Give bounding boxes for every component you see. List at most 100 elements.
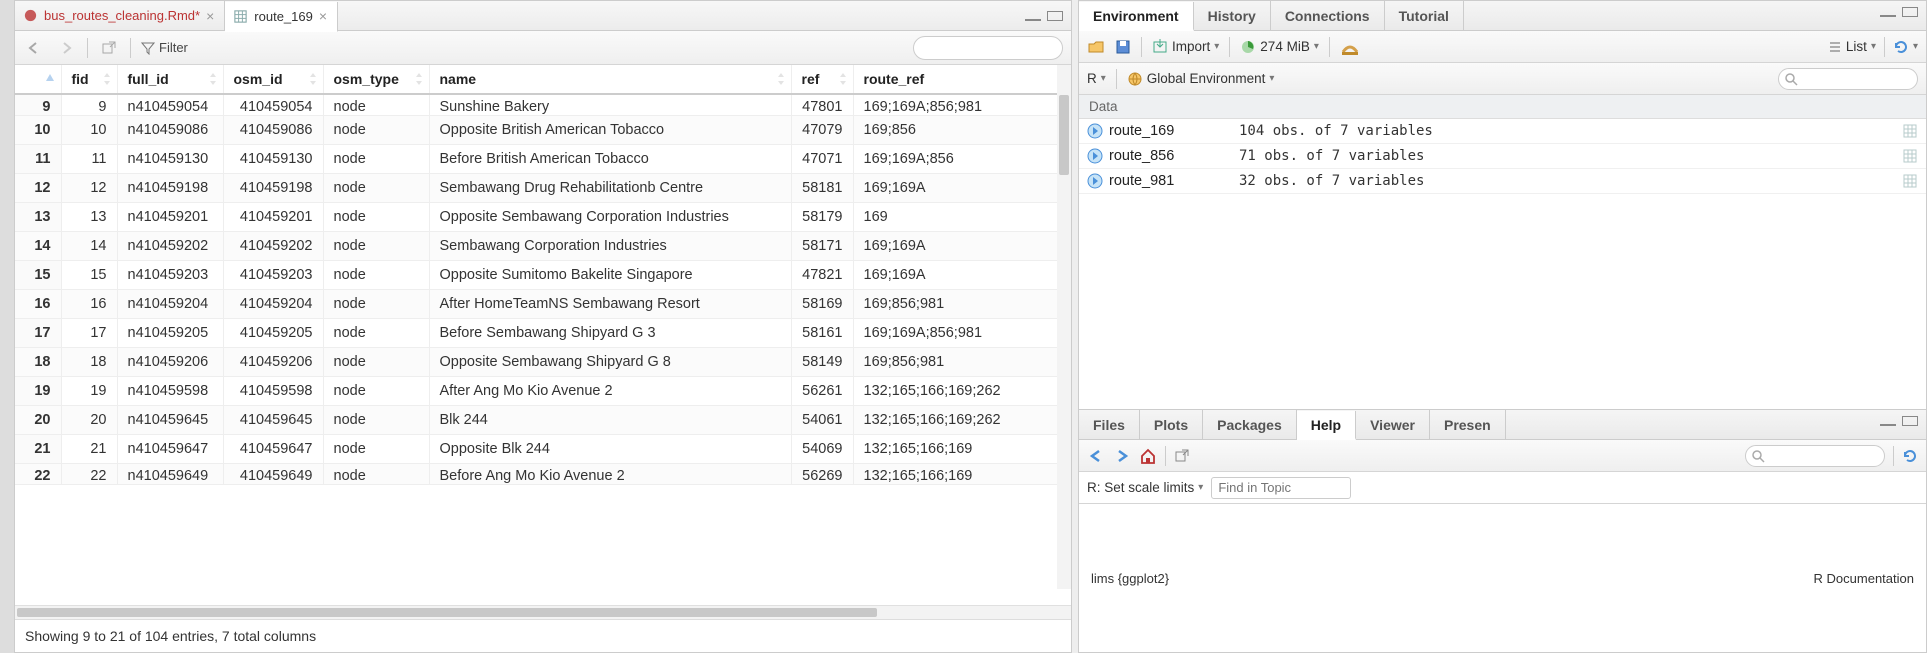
search-icon	[1784, 72, 1798, 86]
filter-button[interactable]: Filter	[141, 40, 188, 55]
col-osm-type[interactable]: osm_type	[323, 65, 429, 94]
expand-icon[interactable]	[1087, 123, 1103, 139]
table-row[interactable]: 1212n410459198410459198nodeSembawang Dru…	[15, 174, 1071, 203]
close-icon[interactable]: ×	[319, 8, 327, 24]
minimize-pane-icon[interactable]	[1025, 11, 1041, 21]
table-row[interactable]: 2222n410459649410459649nodeBefore Ang Mo…	[15, 464, 1071, 485]
tab-plots[interactable]: Plots	[1140, 410, 1203, 439]
env-objects-list: route_169104 obs. of 7 variablesroute_85…	[1079, 119, 1926, 409]
expand-icon[interactable]	[1087, 148, 1103, 164]
language-dropdown[interactable]: R ▾	[1087, 71, 1106, 86]
back-button[interactable]	[23, 37, 45, 59]
table-row[interactable]: 1919n410459598410459598nodeAfter Ang Mo …	[15, 377, 1071, 406]
refresh-dropdown[interactable]: ▾	[1893, 39, 1918, 55]
popout-icon[interactable]	[1174, 448, 1190, 464]
table-row[interactable]: 1515n410459203410459203nodeOpposite Sumi…	[15, 261, 1071, 290]
maximize-pane-icon[interactable]	[1047, 11, 1063, 21]
horizontal-scrollbar[interactable]	[15, 605, 1071, 619]
env-object-desc: 104 obs. of 7 variables	[1239, 123, 1902, 139]
col-rownum[interactable]	[15, 65, 61, 94]
table-row[interactable]: 2121n410459647410459647nodeOpposite Blk …	[15, 435, 1071, 464]
env-object-desc: 71 obs. of 7 variables	[1239, 148, 1902, 164]
data-frame-icon[interactable]	[1902, 173, 1918, 189]
tab-bus-routes-cleaning[interactable]: bus_routes_cleaning.Rmd* ×	[15, 1, 225, 31]
refresh-icon[interactable]	[1902, 448, 1918, 464]
tab-tutorial[interactable]: Tutorial	[1385, 1, 1464, 30]
separator	[130, 38, 131, 58]
popout-button[interactable]	[98, 37, 120, 59]
env-object-row[interactable]: route_85671 obs. of 7 variables	[1079, 144, 1926, 169]
table-row[interactable]: 99n410459054410459054nodeSunshine Bakery…	[15, 94, 1071, 116]
arrow-left-icon	[26, 40, 42, 56]
scrollbar-thumb[interactable]	[17, 608, 877, 617]
separator	[87, 38, 88, 58]
table-row[interactable]: 1616n410459204410459204nodeAfter HomeTea…	[15, 290, 1071, 319]
tab-connections[interactable]: Connections	[1271, 1, 1385, 30]
tab-route-169[interactable]: route_169 ×	[225, 2, 338, 32]
tab-environment[interactable]: Environment	[1079, 2, 1194, 31]
maximize-pane-icon[interactable]	[1902, 7, 1918, 17]
separator	[1116, 69, 1117, 89]
environment-scope-dropdown[interactable]: Global Environment ▾	[1127, 71, 1275, 87]
view-mode-dropdown[interactable]: List ▾	[1828, 39, 1876, 54]
source-tabs-bar: bus_routes_cleaning.Rmd* × route_169 ×	[15, 1, 1071, 31]
scrollbar-thumb[interactable]	[1059, 95, 1069, 175]
separator	[1229, 37, 1230, 57]
filter-icon	[141, 41, 155, 55]
filter-label: Filter	[159, 40, 188, 55]
find-in-topic-input[interactable]	[1211, 477, 1351, 499]
env-section-data: Data	[1079, 95, 1926, 119]
list-icon	[1828, 40, 1842, 54]
tab-files[interactable]: Files	[1079, 410, 1140, 439]
rmd-file-icon	[23, 8, 38, 23]
minimize-pane-icon[interactable]	[1880, 416, 1896, 426]
col-name[interactable]: name	[429, 65, 791, 94]
table-row[interactable]: 1313n410459201410459201nodeOpposite Semb…	[15, 203, 1071, 232]
forward-button[interactable]	[55, 37, 77, 59]
memory-usage-dropdown[interactable]: 274 MiB ▾	[1240, 39, 1319, 55]
env-object-desc: 32 obs. of 7 variables	[1239, 173, 1902, 189]
chevron-down-icon: ▾	[1913, 41, 1918, 52]
tab-history[interactable]: History	[1194, 1, 1271, 30]
arrow-right-icon[interactable]	[1113, 448, 1131, 464]
data-frame-icon[interactable]	[1902, 148, 1918, 164]
col-route-ref[interactable]: route_ref	[853, 65, 1071, 94]
data-table: fid full_id osm_id osm_type name ref rou…	[15, 65, 1071, 485]
save-workspace-icon[interactable]	[1115, 39, 1131, 55]
home-icon[interactable]	[1139, 448, 1157, 464]
help-topic-dropdown[interactable]: R: Set scale limits ▾	[1087, 480, 1203, 495]
help-search-input[interactable]	[1745, 445, 1885, 467]
separator	[1141, 37, 1142, 57]
env-object-row[interactable]: route_169104 obs. of 7 variables	[1079, 119, 1926, 144]
table-row[interactable]: 1717n410459205410459205nodeBefore Sembaw…	[15, 319, 1071, 348]
tab-help[interactable]: Help	[1297, 411, 1356, 440]
help-content: lims {ggplot2} R Documentation	[1079, 504, 1926, 652]
data-frame-icon[interactable]	[1902, 123, 1918, 139]
minimize-pane-icon[interactable]	[1880, 7, 1896, 17]
col-fid[interactable]: fid	[61, 65, 117, 94]
col-osm-id[interactable]: osm_id	[223, 65, 323, 94]
table-row[interactable]: 1818n410459206410459206nodeOpposite Semb…	[15, 348, 1071, 377]
tab-viewer[interactable]: Viewer	[1356, 410, 1430, 439]
search-input[interactable]	[913, 36, 1063, 60]
load-workspace-icon[interactable]	[1087, 38, 1105, 56]
arrow-left-icon[interactable]	[1087, 448, 1105, 464]
table-row[interactable]: 1010n410459086410459086nodeOpposite Brit…	[15, 116, 1071, 145]
expand-icon[interactable]	[1087, 173, 1103, 189]
col-full-id[interactable]: full_id	[117, 65, 223, 94]
sort-icon	[103, 73, 111, 85]
env-scope-bar: R ▾ Global Environment ▾	[1079, 63, 1926, 95]
clear-objects-icon[interactable]	[1340, 38, 1360, 56]
env-object-row[interactable]: route_98132 obs. of 7 variables	[1079, 169, 1926, 194]
tab-presentation[interactable]: Presen	[1430, 410, 1506, 439]
import-dataset-dropdown[interactable]: Import ▾	[1152, 39, 1219, 55]
close-icon[interactable]: ×	[206, 8, 214, 24]
table-row[interactable]: 1414n410459202410459202nodeSembawang Cor…	[15, 232, 1071, 261]
env-search-input[interactable]	[1778, 68, 1918, 90]
vertical-scrollbar[interactable]	[1057, 65, 1071, 589]
table-row[interactable]: 2020n410459645410459645nodeBlk 244540611…	[15, 406, 1071, 435]
tab-packages[interactable]: Packages	[1203, 410, 1297, 439]
table-row[interactable]: 1111n410459130410459130nodeBefore Britis…	[15, 145, 1071, 174]
maximize-pane-icon[interactable]	[1902, 416, 1918, 426]
col-ref[interactable]: ref	[791, 65, 853, 94]
